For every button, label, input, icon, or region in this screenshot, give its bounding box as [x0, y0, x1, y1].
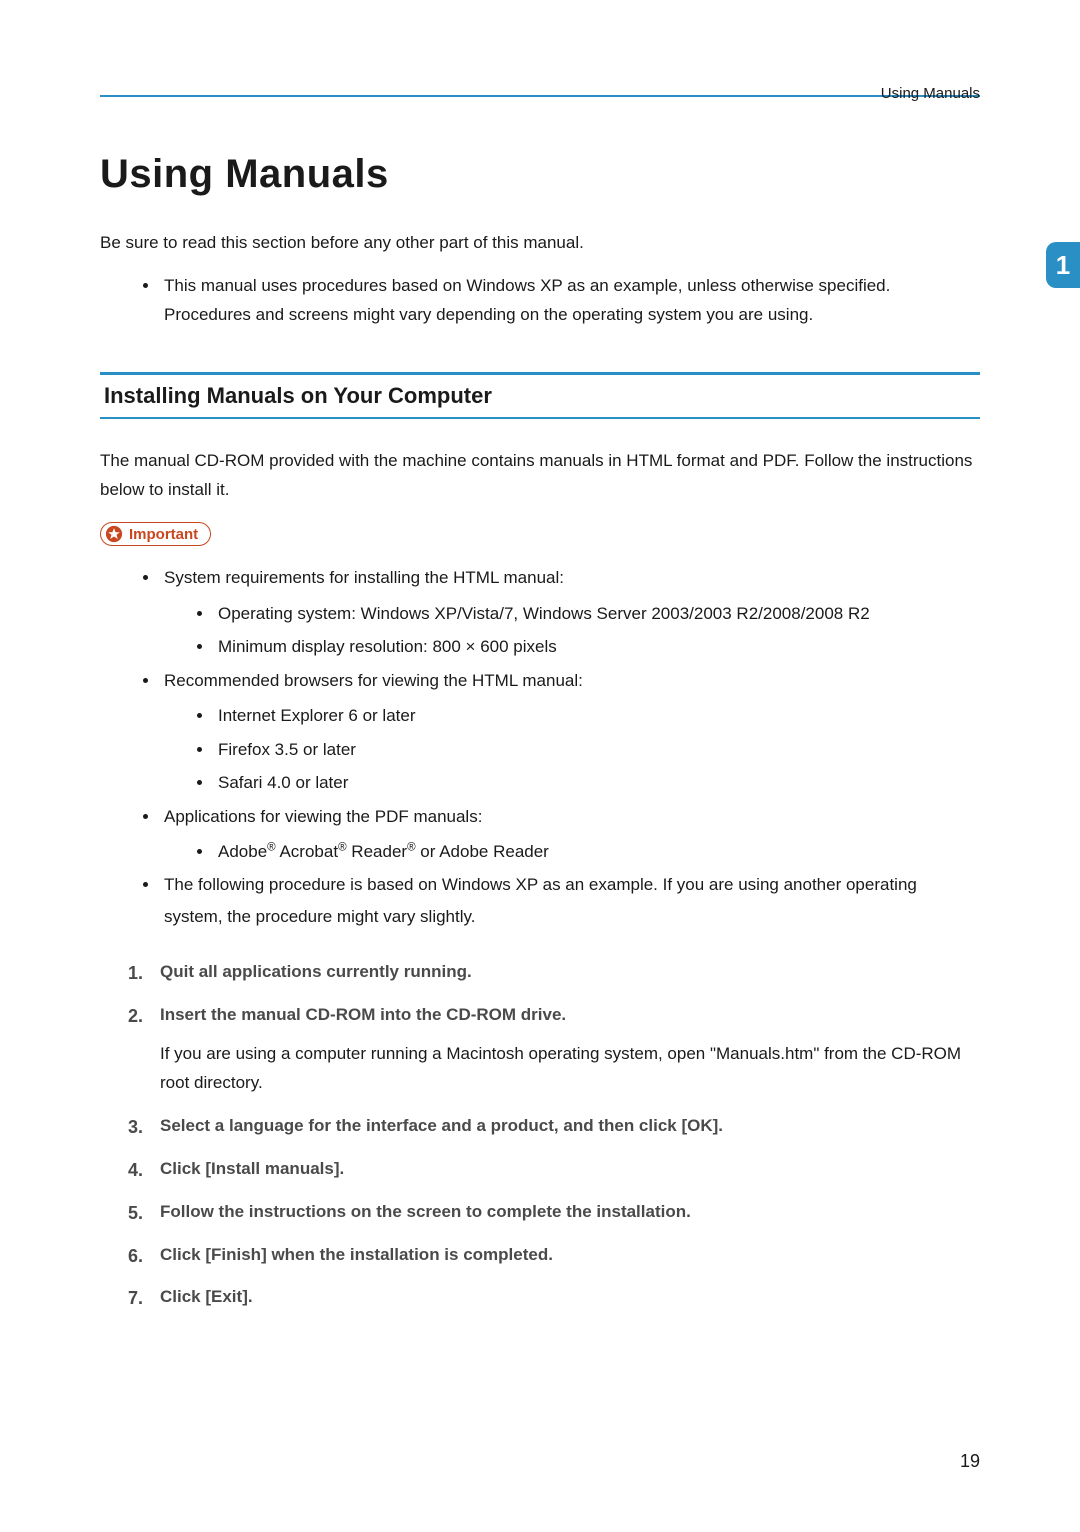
text: or Adobe Reader	[416, 842, 549, 861]
sub-list: Internet Explorer 6 or later Firefox 3.5…	[164, 700, 980, 798]
section-header: Installing Manuals on Your Computer	[100, 372, 980, 419]
list-item: The following procedure is based on Wind…	[160, 869, 980, 932]
page-number: 19	[960, 1451, 980, 1472]
list-item: Internet Explorer 6 or later	[214, 700, 980, 731]
list-item: System requirements for installing the H…	[160, 562, 980, 662]
step-body: If you are using a computer running a Ma…	[160, 1040, 980, 1098]
sub-list: Operating system: Windows XP/Vista/7, Wi…	[164, 598, 980, 663]
list-item: Operating system: Windows XP/Vista/7, Wi…	[214, 598, 980, 629]
list-item: Applications for viewing the PDF manuals…	[160, 801, 980, 868]
step-title: Click [Exit].	[160, 1287, 253, 1306]
item-text: System requirements for installing the H…	[164, 568, 564, 587]
step-item: Quit all applications currently running.	[128, 958, 980, 987]
step-title: Quit all applications currently running.	[160, 962, 472, 981]
important-label: Important	[129, 526, 198, 543]
reg-mark: ®	[267, 841, 276, 853]
step-item: Click [Exit].	[128, 1283, 980, 1312]
list-item: Recommended browsers for viewing the HTM…	[160, 665, 980, 799]
step-title: Follow the instructions on the screen to…	[160, 1202, 691, 1221]
section-intro: The manual CD-ROM provided with the mach…	[100, 447, 980, 505]
step-title: Click [Finish] when the installation is …	[160, 1245, 553, 1264]
step-title: Click [Install manuals].	[160, 1159, 344, 1178]
step-item: Follow the instructions on the screen to…	[128, 1198, 980, 1227]
header-rule	[100, 95, 980, 97]
step-item: Select a language for the interface and …	[128, 1112, 980, 1141]
step-title: Select a language for the interface and …	[160, 1116, 723, 1135]
text: Reader	[347, 842, 407, 861]
list-item: Minimum display resolution: 800 × 600 pi…	[214, 631, 980, 662]
step-item: Insert the manual CD-ROM into the CD-ROM…	[128, 1001, 980, 1098]
reg-mark: ®	[338, 841, 347, 853]
list-item: Adobe® Acrobat® Reader® or Adobe Reader	[214, 836, 980, 867]
list-item: This manual uses procedures based on Win…	[160, 272, 980, 330]
step-item: Click [Install manuals].	[128, 1155, 980, 1184]
list-item: Firefox 3.5 or later	[214, 734, 980, 765]
text: Adobe	[218, 842, 267, 861]
section-heading: Installing Manuals on Your Computer	[104, 383, 976, 409]
intro-bullet-list: This manual uses procedures based on Win…	[100, 272, 980, 330]
step-title: Insert the manual CD-ROM into the CD-ROM…	[160, 1005, 566, 1024]
important-list: System requirements for installing the H…	[100, 562, 980, 932]
step-item: Click [Finish] when the installation is …	[128, 1241, 980, 1270]
star-icon	[105, 525, 123, 543]
intro-text: Be sure to read this section before any …	[100, 229, 980, 258]
steps-list: Quit all applications currently running.…	[100, 958, 980, 1312]
item-text: Recommended browsers for viewing the HTM…	[164, 671, 583, 690]
page-title: Using Manuals	[100, 152, 980, 197]
header-breadcrumb: Using Manuals	[881, 85, 980, 102]
item-text: Applications for viewing the PDF manuals…	[164, 807, 482, 826]
chapter-tab: 1	[1046, 242, 1080, 288]
sub-list: Adobe® Acrobat® Reader® or Adobe Reader	[164, 836, 980, 867]
list-item: Safari 4.0 or later	[214, 767, 980, 798]
page: Using Manuals 1 Using Manuals Be sure to…	[0, 0, 1080, 1312]
text: Acrobat	[276, 842, 338, 861]
important-badge: Important	[100, 522, 211, 546]
reg-mark: ®	[407, 841, 416, 853]
